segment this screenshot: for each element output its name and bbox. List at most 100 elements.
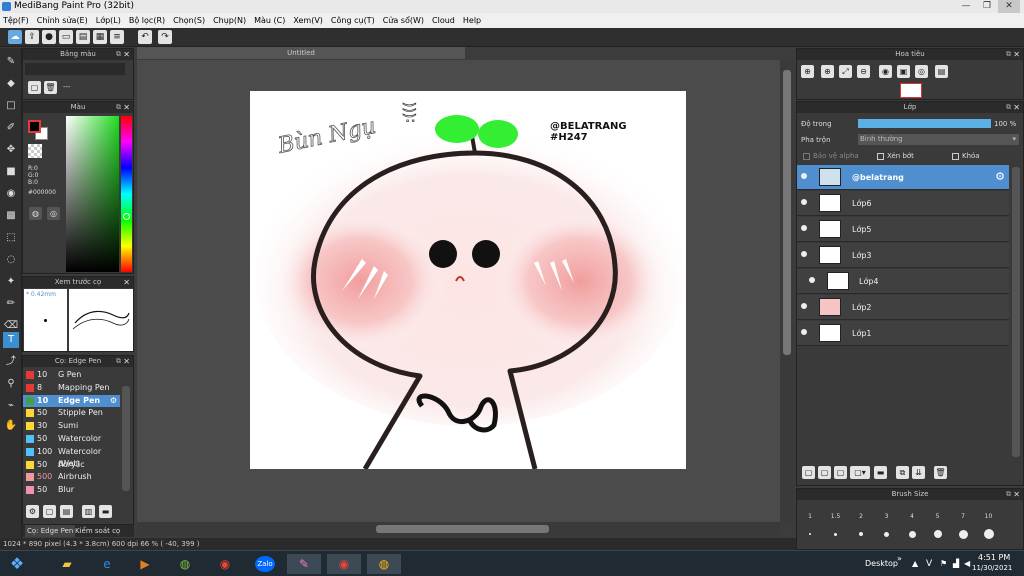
menu-window[interactable]: Cửa sổ(W) [383,16,424,25]
fill-rect-icon[interactable]: ■ [3,164,19,180]
eye-icon[interactable] [801,225,807,231]
close-icon[interactable]: ✕ [123,49,130,60]
close-icon[interactable]: ✕ [1013,49,1020,60]
brush-size-dot[interactable] [884,531,889,537]
brush-item[interactable]: 50 Stipple Pen [23,407,120,419]
drawing-canvas[interactable]: Bùn Ngụ :((( @BELATRANG #H247 [250,91,686,469]
brush-item[interactable]: 30 Sumi [23,420,120,432]
undo-icon[interactable]: ↶ [138,30,152,44]
add-layer-menu-icon[interactable]: ▢▾ [850,466,870,479]
hand-icon[interactable]: ✋ [3,418,19,434]
new-layer-icon[interactable]: ▢ [802,466,815,479]
medibang-taskbar-icon[interactable]: ✎ [287,554,321,574]
zoom-in-2-icon[interactable]: ⊕ [821,65,834,78]
navigator-thumbnail[interactable] [900,83,922,98]
chevron-icon[interactable]: » [897,554,902,563]
eye-icon[interactable] [809,277,815,283]
select-icon[interactable]: ⬚ [3,230,19,246]
magic-wand-icon[interactable]: ✦ [3,274,19,290]
volume-icon[interactable]: ◀ [964,559,970,568]
layer-row[interactable]: Lớp3 [797,243,1009,268]
pin-icon[interactable]: ⧉ [1006,49,1011,60]
operation-icon[interactable]: ⤴ [3,354,19,370]
desktop-label[interactable]: Desktop [865,559,898,568]
layer-row[interactable]: Lớp1 [797,321,1009,346]
menu-layer[interactable]: Lớp(L) [96,16,121,25]
palette-select[interactable] [25,63,125,75]
document-tab[interactable]: Untitled [137,47,465,59]
eyedropper-icon[interactable]: ⌁ [3,398,19,414]
menu-tools[interactable]: Công cụ(T) [331,16,375,25]
pin-icon[interactable]: ⧉ [1006,102,1011,113]
saturation-picker[interactable] [66,116,119,272]
select-pen-icon[interactable]: ✏ [3,296,19,312]
menu-help[interactable]: Help [463,16,481,25]
tab-brush-control[interactable]: Kiểm soát cọ [75,525,120,537]
close-icon[interactable]: ✕ [123,102,130,113]
menu-filter[interactable]: Bộ lọc(R) [129,16,165,25]
layer-row[interactable]: Lớp6 [797,191,1009,216]
new-layer-2-icon[interactable]: ▢ [818,466,831,479]
list-icon[interactable]: ≡ [110,30,124,44]
media-icon[interactable]: ▶ [128,554,162,574]
zoom-in-icon[interactable]: ⊕ [801,65,814,78]
close-button[interactable]: ✕ [998,0,1020,13]
pin-icon[interactable]: ⧉ [116,356,121,367]
chrome-window-icon[interactable]: ◉ [327,554,361,574]
green-app-icon[interactable]: ◍ [168,554,202,574]
tray-arrow-icon[interactable]: ▲ [912,559,918,568]
color-set-icon[interactable]: ◎ [47,207,60,220]
brush-item[interactable]: 50 Blur [23,484,120,496]
clipping-checkbox[interactable] [877,153,884,160]
move-tool-icon[interactable]: ✥ [3,142,19,158]
cloud-icon[interactable]: ☁ [8,30,22,44]
layer-row[interactable]: @belatrang ⚙ [797,165,1009,190]
hue-slider[interactable] [121,116,132,272]
app-window-icon[interactable]: ◍ [367,554,401,574]
brush-size-dot[interactable] [933,530,942,538]
page-icon[interactable]: ▤ [76,30,90,44]
gradient-icon[interactable]: ▩ [3,208,19,224]
lasso-icon[interactable]: ◌ [3,252,19,268]
comment-icon[interactable]: ▭ [59,30,73,44]
eye-icon[interactable] [801,303,807,309]
eye-icon[interactable] [801,199,807,205]
eye-icon[interactable] [801,173,807,179]
brush-size-dot[interactable] [983,529,994,539]
vertical-scroll-thumb[interactable] [783,70,791,355]
eye-icon[interactable] [801,329,807,335]
ie-icon[interactable]: e [90,554,124,574]
folder-icon[interactable]: ▬ [874,466,887,479]
brush-item[interactable]: 10 G Pen [23,369,120,381]
minimize-button[interactable]: — [955,0,977,13]
flip-icon[interactable]: ◎ [915,65,928,78]
text-tool-icon[interactable]: T [3,332,19,348]
brush-size-dot[interactable] [834,532,837,536]
brush-item[interactable]: 500 Airbrush [23,471,120,483]
layer-scrollbar[interactable] [1012,167,1020,457]
blend-select[interactable]: Bình thường ▾ [858,134,1019,145]
opacity-slider[interactable] [858,119,991,128]
redo-icon[interactable]: ↷ [158,30,172,44]
lock-checkbox[interactable] [952,153,959,160]
close-icon[interactable]: ✕ [1013,102,1020,113]
duplicate-icon[interactable]: ⧉ [896,466,909,479]
brush-item[interactable]: 8 Mapping Pen [23,382,120,394]
brush-folder-icon[interactable]: ▬ [99,505,112,518]
bucket-icon[interactable]: ◉ [3,186,19,202]
pin-icon[interactable]: ⧉ [116,49,121,60]
trash-icon[interactable]: 🗑 [934,466,947,479]
brush-size-dot[interactable] [809,533,811,535]
close-icon[interactable]: ✕ [1013,489,1020,500]
fit-icon[interactable]: ⤢ [839,65,852,78]
menu-color[interactable]: Màu (C) [254,16,285,25]
menu-select[interactable]: Chọn(S) [173,16,205,25]
brush-page-icon[interactable]: ▥ [82,505,95,518]
protect-alpha-checkbox[interactable] [803,153,810,160]
pen-tool-icon[interactable]: ✐ [3,120,19,136]
explorer-icon[interactable]: ▰ [50,554,84,574]
menu-cloud[interactable]: Cloud [432,16,455,25]
menu-file[interactable]: Tệp(F) [3,16,29,25]
layer-row[interactable]: Lớp2 [797,295,1009,320]
delete-palette-icon[interactable]: 🗑 [44,81,57,94]
